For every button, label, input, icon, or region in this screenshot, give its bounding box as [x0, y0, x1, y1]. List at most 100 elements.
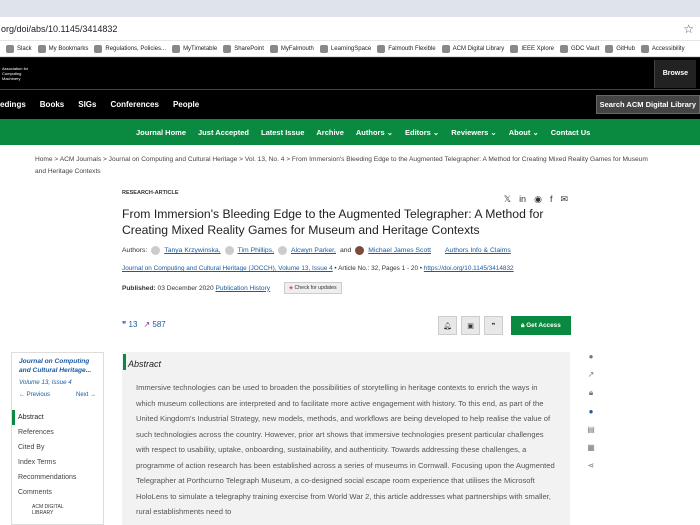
bookmark-regulations[interactable]: Regulations, Policies...	[94, 44, 166, 53]
journal-nav-reviewers[interactable]: Reviewers ⌄	[451, 128, 496, 137]
sharepoint-icon	[223, 44, 232, 53]
sidebar-item-references[interactable]: References	[12, 425, 103, 440]
quote-icon[interactable]: ❞	[484, 316, 503, 335]
bookmark-acm-dl[interactable]: ACM Digital Library	[441, 44, 504, 53]
sidebar-journal-link[interactable]: Journal on Computing and Cultural Herita…	[12, 353, 103, 379]
journal-nav-latest-issue[interactable]: Latest Issue	[261, 128, 304, 137]
facebook-icon[interactable]: f	[550, 194, 553, 205]
bookmark-slack[interactable]: Slack	[6, 44, 32, 53]
tables-icon[interactable]: ▤	[587, 425, 595, 434]
acm-icon	[441, 44, 450, 53]
falmouth-icon	[377, 44, 386, 53]
sidebar-volume-link[interactable]: Volume 13, Issue 4	[12, 379, 103, 386]
search-acm-button[interactable]: Search ACM Digital Library	[595, 95, 700, 114]
bookmark-ieee[interactable]: IEEE Xplore	[510, 44, 554, 53]
info-icon[interactable]: ●	[589, 352, 594, 361]
doi-link[interactable]: https://doi.org/10.1145/3414832	[424, 265, 514, 272]
nav-books[interactable]: Books	[40, 100, 64, 109]
bookmark-sharepoint[interactable]: SharePoint	[223, 44, 264, 53]
avatar	[224, 246, 234, 255]
author-link[interactable]: Alcwyn Parker,	[291, 247, 336, 254]
journal-nav-editors[interactable]: Editors ⌄	[405, 128, 439, 137]
author-link[interactable]: Michael James Scott	[368, 247, 431, 254]
timetable-icon	[172, 44, 181, 53]
x-icon[interactable]: 𝕏	[504, 194, 511, 205]
metrics-icon[interactable]: ↗	[588, 370, 595, 379]
figures-icon[interactable]: ●	[589, 407, 594, 416]
sidebar-item-abstract[interactable]: Abstract	[12, 410, 103, 425]
downloads-count[interactable]: ↗ 587	[143, 320, 165, 329]
bell-icon[interactable]: 🔔︎	[438, 316, 457, 335]
learningspace-icon	[319, 44, 328, 53]
bookmark-github[interactable]: GitHub	[605, 44, 635, 53]
star-icon[interactable]: ☆	[683, 22, 694, 36]
nav-proceedings[interactable]: edings	[0, 100, 26, 109]
citations-count[interactable]: ❞ 13	[122, 320, 137, 329]
journal-nav-contact[interactable]: Contact Us	[551, 128, 591, 137]
publication-history-link[interactable]: Publication History	[215, 285, 270, 292]
bookmark-accessibility[interactable]: Accessibility	[640, 44, 685, 53]
sidebar-item-index-terms[interactable]: Index Terms	[12, 455, 103, 470]
gdc-icon	[560, 44, 568, 53]
check-updates-button[interactable]: ◈ Check for updates	[284, 282, 342, 294]
mail-icon[interactable]: ✉	[560, 194, 568, 205]
address-bar[interactable]: org/doi/abs/10.1145/3414832 ☆	[0, 17, 700, 41]
publication-line: Published: 03 December 2020 Publication …	[122, 282, 572, 294]
share-bar: 𝕏 in ◉ f ✉	[504, 194, 568, 205]
folder-add-icon[interactable]: ▣	[461, 316, 480, 335]
get-access-button[interactable]: 🔒︎ Get Access	[511, 316, 571, 335]
slack-icon	[6, 44, 14, 53]
bookmark-mytimetable[interactable]: MyTimetable	[172, 44, 217, 53]
share-icon[interactable]: ⋖	[588, 461, 595, 470]
globe-icon	[640, 44, 649, 53]
lock-icon: 🔒︎	[521, 321, 525, 329]
sidebar-item-cited-by[interactable]: Cited By	[12, 440, 103, 455]
authors-info-link[interactable]: Authors Info & Claims	[445, 247, 511, 254]
bookmark-falmouth-flexible[interactable]: Falmouth Flexible	[377, 44, 436, 53]
nav-people[interactable]: People	[173, 100, 199, 109]
github-icon	[605, 44, 614, 53]
bookmark-my-bookmarks[interactable]: My Bookmarks	[37, 44, 88, 53]
grid-icon[interactable]: ▦	[587, 443, 595, 452]
bookmark-learningspace[interactable]: LearningSpace	[319, 44, 371, 53]
bookmark-gdc[interactable]: GDC Vault	[560, 44, 599, 53]
linkedin-icon[interactable]: in	[519, 194, 526, 205]
browse-button[interactable]: Browse	[653, 59, 696, 88]
journal-reference: Journal on Computing and Cultural Herita…	[122, 265, 514, 272]
journal-nav-just-accepted[interactable]: Just Accepted	[198, 128, 249, 137]
nav-conferences[interactable]: Conferences	[110, 100, 158, 109]
journal-nav: Journal Home Just Accepted Latest Issue …	[0, 119, 700, 145]
abstract-text: Immersive technologies can be used to br…	[136, 383, 555, 516]
ieee-icon	[510, 44, 519, 53]
avatar	[278, 246, 287, 255]
folder-icon	[37, 44, 46, 53]
acm-logo[interactable]: Association for Computing Machinery	[0, 66, 40, 81]
author-link[interactable]: Tim Phillips,	[238, 247, 274, 254]
journal-nav-archive[interactable]: Archive	[316, 128, 344, 137]
metrics: ❞ 13 ↗ 587	[122, 320, 166, 329]
bookmarks-bar: Slack My Bookmarks Regulations, Policies…	[0, 41, 700, 57]
acm-header: Association for Computing Machinery Brow…	[0, 57, 700, 89]
article-actions: 🔔︎ ▣ ❞ 🔒︎ Get Access	[438, 316, 571, 335]
journal-nav-authors[interactable]: Authors ⌄	[356, 128, 393, 137]
abstract-heading: Abstract	[123, 354, 570, 370]
reddit-icon[interactable]: ◉	[534, 194, 542, 205]
author-link[interactable]: Tanya Krzywinska,	[164, 247, 220, 254]
avatar	[355, 246, 365, 255]
nav-sigs[interactable]: SIGs	[78, 100, 96, 109]
sidebar-item-comments[interactable]: Comments	[12, 485, 103, 500]
acm-nav: edings Books SIGs Conferences People Sea…	[0, 89, 700, 119]
article-header: RESEARCH-ARTICLE 𝕏 in ◉ f ✉ From Immersi…	[122, 190, 572, 294]
previous-link[interactable]: ← Previous	[19, 392, 50, 398]
bookmark-myfalmouth[interactable]: MyFalmouth	[269, 44, 314, 53]
breadcrumb[interactable]: Home > ACM Journals > Journal on Computi…	[35, 154, 655, 178]
acm-dl-logo: ACM DIGITAL LIBRARY	[32, 504, 64, 516]
journal-link[interactable]: Journal on Computing and Cultural Herita…	[122, 265, 333, 272]
journal-nav-about[interactable]: About ⌄	[509, 128, 539, 137]
sidebar-item-recommendations[interactable]: Recommendations	[12, 470, 103, 485]
journal-nav-home[interactable]: Journal Home	[136, 128, 186, 137]
avatar	[151, 246, 161, 255]
next-link[interactable]: Next →	[76, 392, 96, 398]
lock-icon[interactable]: 🔒︎	[589, 388, 593, 398]
url-text[interactable]: org/doi/abs/10.1145/3414832	[0, 24, 683, 34]
